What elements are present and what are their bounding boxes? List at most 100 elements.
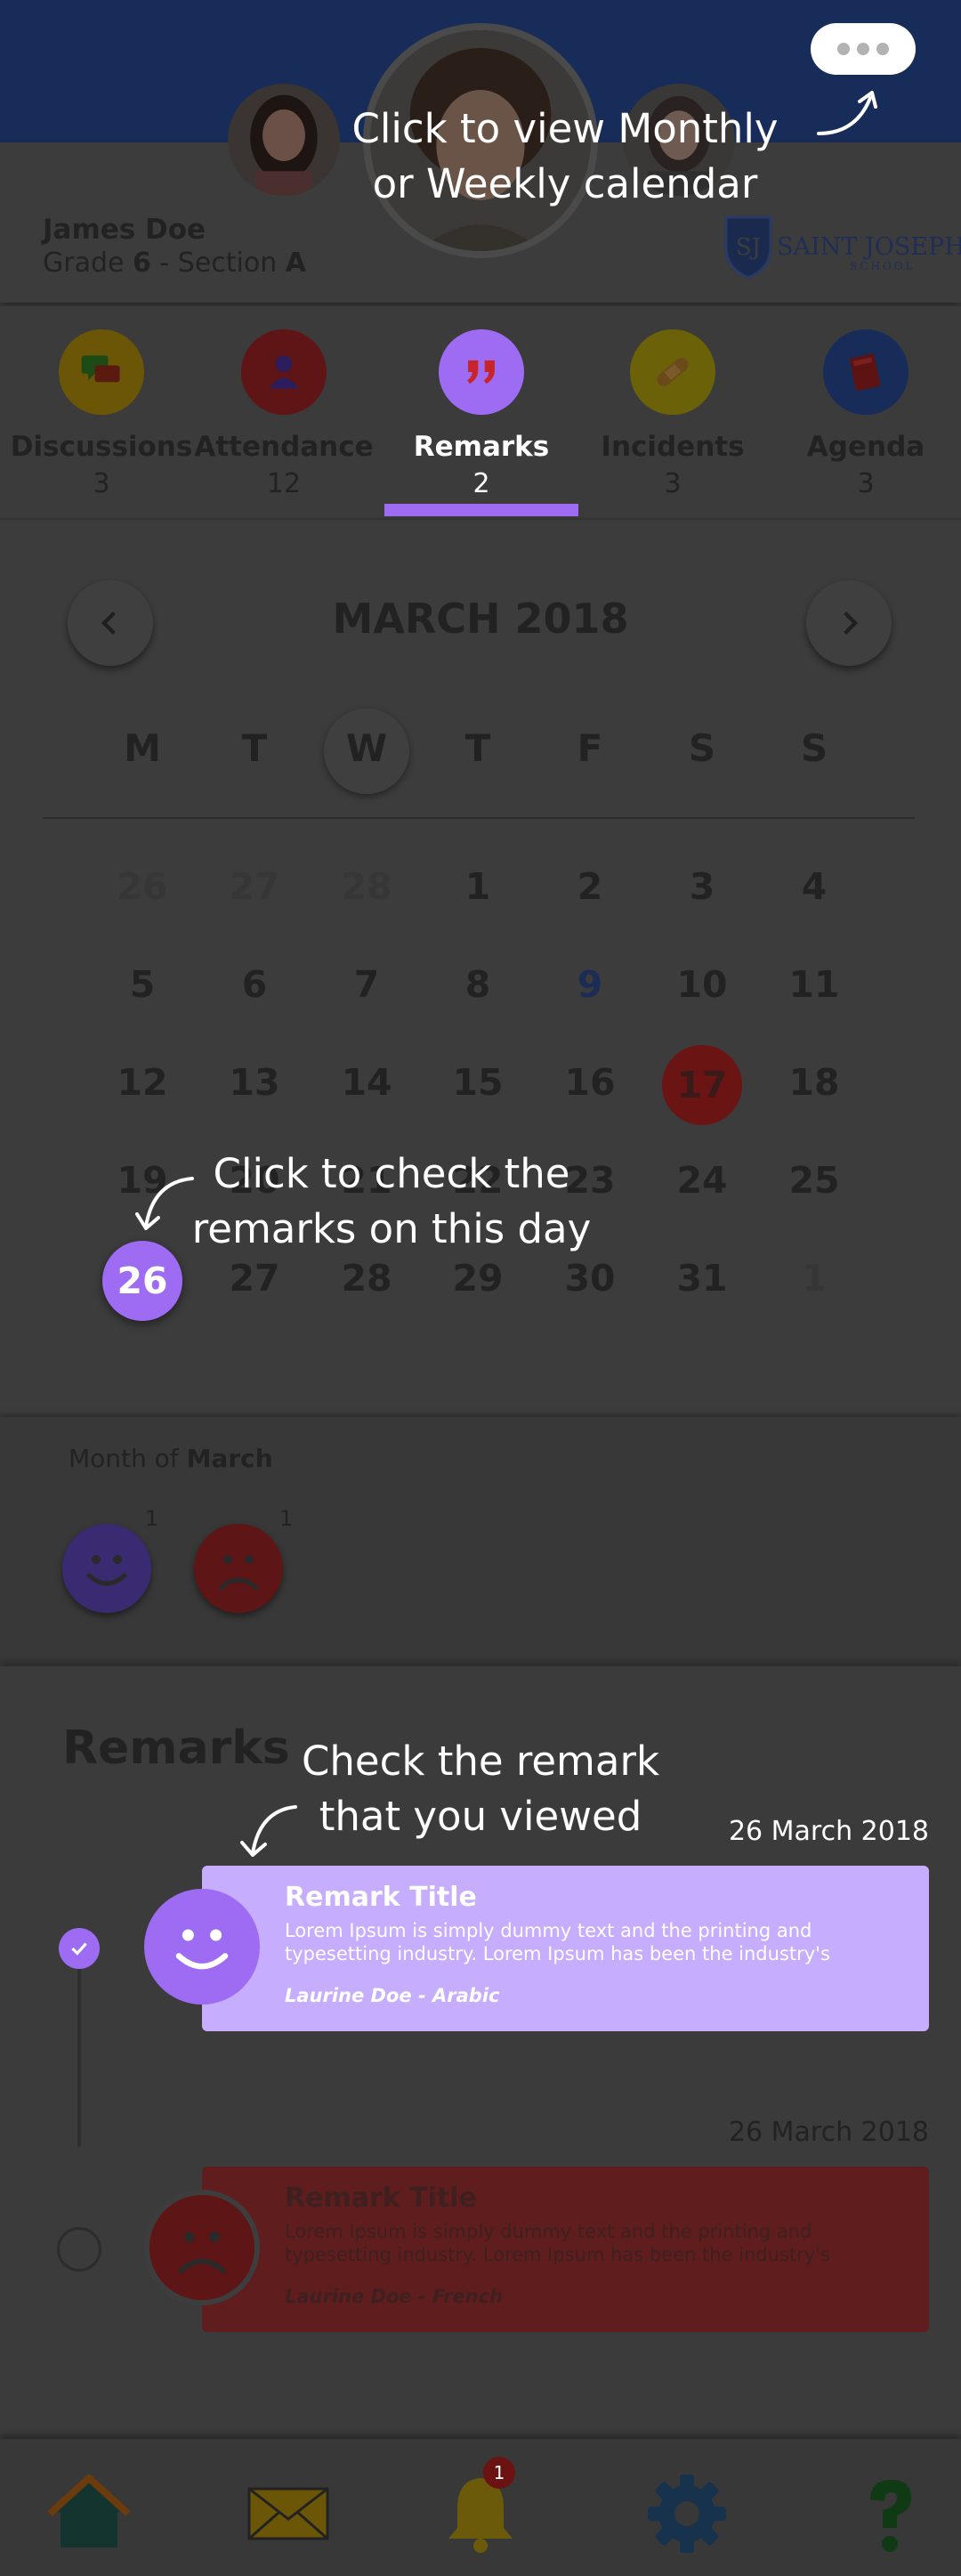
weekday-label: W [345,726,388,770]
hint-remark: Check the remark that you viewed [258,1734,703,1844]
next-month-button[interactable] [806,580,892,666]
book-icon [823,329,909,415]
calendar-day[interactable]: 1 [770,1257,859,1300]
calendar-day[interactable]: 14 [322,1061,411,1104]
calendar-day[interactable]: 18 [770,1061,859,1104]
dot-icon [857,43,869,55]
sad-face-icon [194,1524,283,1613]
remark-author: Laurine Doe - French [285,2286,503,2307]
calendar-day[interactable]: 27 [210,865,299,908]
arrow-curved-icon [817,91,877,135]
previous-month-button[interactable] [68,580,153,666]
grade-number: 6 [133,247,151,279]
calendar-day[interactable]: 11 [770,963,859,1006]
school-subtitle: SCHOOL [850,260,916,272]
remark-author: Laurine Doe - Arabic [285,1985,500,2006]
remark-card[interactable]: Remark Title Lorem Ipsum is simply dummy… [202,2167,929,2332]
section-prefix: - Section [150,247,286,279]
calendar-day[interactable]: 6 [210,963,299,1006]
remark-title: Remark Title [285,1882,477,1913]
calendar-day[interactable]: 25 [770,1159,859,1202]
chevron-right-icon [844,612,859,635]
happy-face-icon [144,1889,260,2005]
checkmark-icon [71,1942,87,1956]
help-icon [870,2480,911,2552]
calendar-day[interactable]: 4 [770,865,859,908]
calendar-day[interactable]: 1 [433,865,522,908]
tab-count: 3 [857,468,875,499]
tab-discussions[interactable]: Discussions 3 [4,324,199,502]
remark-card[interactable]: Remark Title Lorem Ipsum is simply dummy… [202,1866,929,2031]
weekday-label: F [577,726,603,770]
tab-incidents[interactable]: Incidents 3 [575,324,771,502]
sad-summary[interactable] [194,1524,283,1613]
remark-mood [144,2190,260,2305]
weekday-label: T [241,726,268,770]
remark-body: Lorem Ipsum is simply dummy text and the… [285,2221,830,2265]
home-icon [47,2475,131,2548]
remark-title: Remark Title [285,2183,477,2214]
viewed-check [59,1928,100,1969]
calendar-day[interactable]: 26 [98,865,187,908]
nav-home[interactable] [44,2469,133,2558]
calendar-divider [43,817,915,819]
quote-icon [439,329,524,415]
section-letter: A [285,247,307,279]
calendar-day[interactable]: 16 [545,1061,634,1104]
calendar-day[interactable]: 9 [545,963,634,1006]
dot-icon [876,43,889,55]
nav-messages[interactable] [244,2469,333,2558]
weekday-label: S [800,726,828,770]
calendar-day[interactable]: 2 [545,865,634,908]
chat-bubbles-icon [59,329,144,415]
remark-body: Lorem Ipsum is simply dummy text and the… [285,1920,830,1964]
tab-label: Discussions [10,431,193,463]
tab-label: Incidents [601,431,745,463]
month-calendar: MARCH 2018 MTWTFSS 26 27 28 1 2 3 4 5 6 7 8 9 10 11 12… [0,522,961,1414]
dot-icon [837,43,850,55]
calendar-day[interactable]: 3 [658,865,747,908]
calendar-day[interactable]: 30 [545,1257,634,1300]
calendar-day[interactable]: 10 [658,963,747,1006]
calendar-day[interactable]: 15 [433,1061,522,1104]
calendar-day[interactable]: 13 [210,1061,299,1104]
calendar-day[interactable]: 28 [322,865,411,908]
marked-day[interactable]: 17 [662,1045,742,1125]
tab-agenda[interactable]: Agenda 3 [768,324,961,502]
happy-summary[interactable] [62,1524,151,1613]
calendar-day[interactable]: 7 [322,963,411,1006]
happy-face-icon [62,1524,151,1613]
remarks-title: Remarks [62,1721,290,1775]
timeline-line [77,1969,81,2147]
weekday-label: S [688,726,716,770]
remark-date: 26 March 2018 [728,2117,929,2148]
hint-line: Click to check the [213,1150,570,1197]
mail-icon [247,2487,329,2540]
calendar-view-toggle-button[interactable] [811,23,916,75]
calendar-day[interactable]: 27 [210,1257,299,1300]
calendar-day[interactable]: 12 [98,1061,187,1104]
arrow-curved-icon [240,1805,297,1857]
calendar-day[interactable]: 28 [322,1257,411,1300]
tab-attendance[interactable]: Attendance 12 [186,324,382,502]
summary-label: Month of March [69,1444,273,1473]
arrow-curved-icon [135,1177,194,1230]
tab-count: 12 [266,468,302,499]
tab-count: 2 [472,468,490,499]
nav-settings[interactable] [642,2469,731,2558]
summary-month: March [186,1444,273,1473]
tab-remarks[interactable]: Remarks 2 [384,324,579,502]
grade-prefix: Grade [43,247,133,279]
student-name: James Doe [43,214,206,246]
bandage-icon [630,329,715,415]
tab-label: Remarks [413,431,550,463]
nav-help[interactable] [845,2469,934,2558]
calendar-day[interactable]: 8 [433,963,522,1006]
calendar-day[interactable]: 31 [658,1257,747,1300]
tab-count: 3 [664,468,682,499]
calendar-day[interactable]: 29 [433,1257,522,1300]
remark-mood [144,1889,260,2005]
chevron-left-icon [101,612,116,635]
calendar-day[interactable]: 24 [658,1159,747,1202]
calendar-day[interactable]: 5 [98,963,187,1006]
